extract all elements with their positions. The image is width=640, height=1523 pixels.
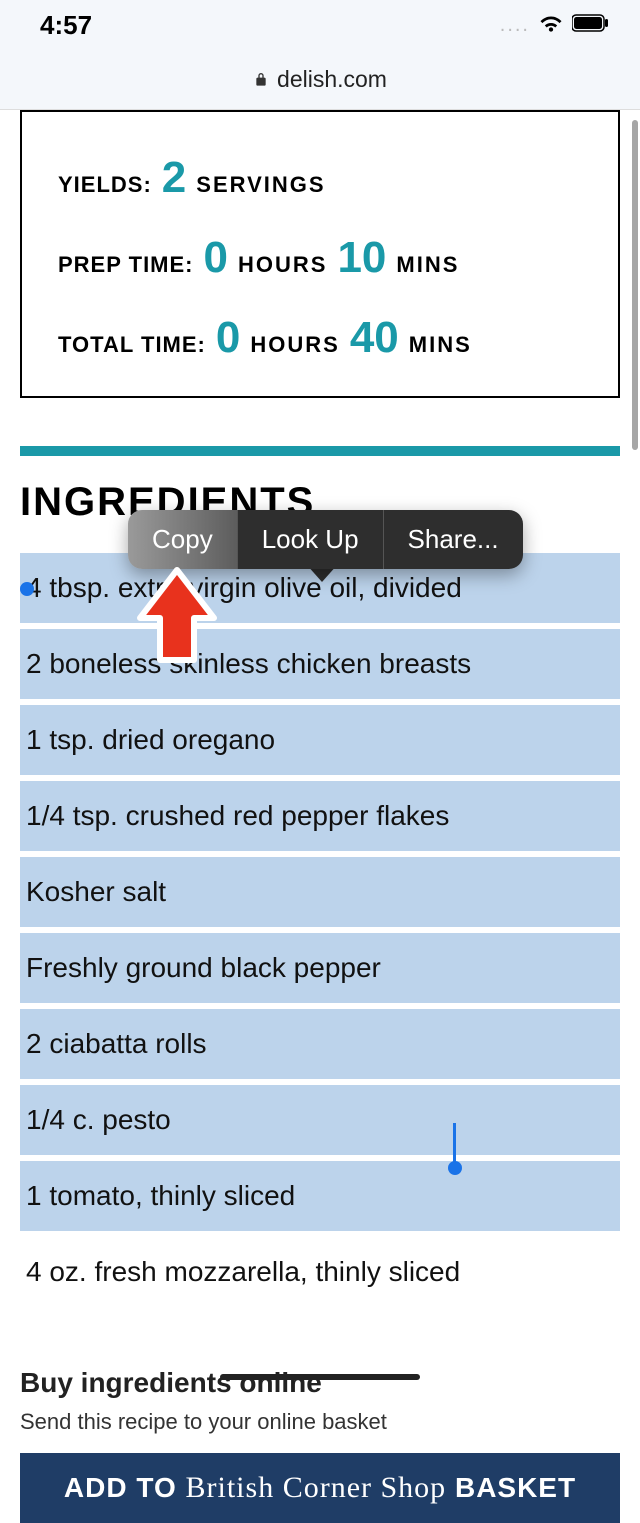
list-item[interactable]: Kosher salt [20,857,620,927]
battery-icon [572,14,610,37]
total-time-row: TOTAL TIME: 0 HOURS 40 MINS [58,316,582,360]
buy-section: Buy ingredients online Send this recipe … [20,1367,620,1523]
total-mins: 40 [350,316,399,360]
list-item[interactable]: 2 ciabatta rolls [20,1009,620,1079]
ingredients-list[interactable]: 4 tbsp. extra-virgin olive oil, divided … [20,553,620,1307]
wifi-icon [538,10,564,41]
selection-start-handle[interactable] [20,582,34,596]
copy-button[interactable]: Copy [128,510,237,569]
buy-subtitle: Send this recipe to your online basket [20,1409,620,1435]
list-item[interactable]: Freshly ground black pepper [20,933,620,1003]
prep-hours: 0 [204,236,228,280]
section-divider [20,446,620,456]
btn-suffix: BASKET [446,1472,576,1503]
list-item[interactable]: 1 tsp. dried oregano [20,705,620,775]
yields-value: 2 [162,156,186,200]
prep-mins: 10 [337,236,386,280]
total-mins-unit: MINS [409,332,472,358]
scrollbar-thumb[interactable] [632,120,638,450]
yields-row: YIELDS: 2 SERVINGS [58,156,582,200]
signal-dots: .... [500,14,530,37]
yields-unit: SERVINGS [196,172,325,198]
list-item[interactable]: 4 oz. fresh mozzarella, thinly sliced [20,1237,620,1307]
total-hours-unit: HOURS [250,332,339,358]
btn-prefix: ADD TO [64,1472,186,1503]
status-time: 4:57 [40,10,92,41]
list-item[interactable]: 1/4 tsp. crushed red pepper flakes [20,781,620,851]
yields-label: YIELDS: [58,172,152,198]
total-label: TOTAL TIME: [58,332,206,358]
status-right: .... [500,10,610,41]
total-hours: 0 [216,316,240,360]
buy-title: Buy ingredients online [20,1367,620,1399]
prep-hours-unit: HOURS [238,252,327,278]
add-to-basket-button[interactable]: ADD TO British Corner Shop BASKET [20,1453,620,1523]
btn-brand: British Corner Shop [186,1471,447,1504]
share-button[interactable]: Share... [383,510,523,569]
home-indicator[interactable] [220,1374,420,1380]
lock-icon [253,66,269,93]
lookup-button[interactable]: Look Up [237,510,383,569]
text-selection-menu: Copy Look Up Share... [128,510,523,569]
prep-time-row: PREP TIME: 0 HOURS 10 MINS [58,236,582,280]
annotation-arrow-icon [132,562,222,677]
url-text: delish.com [277,66,387,93]
selection-end-handle[interactable] [448,1161,462,1175]
list-item[interactable]: 1/4 c. pesto [20,1085,620,1155]
prep-label: PREP TIME: [58,252,194,278]
recipe-meta-box: YIELDS: 2 SERVINGS PREP TIME: 0 HOURS 10… [20,110,620,398]
prep-mins-unit: MINS [396,252,459,278]
url-bar[interactable]: delish.com [0,50,640,110]
list-item[interactable]: 1 tomato, thinly sliced [20,1161,620,1231]
list-item[interactable]: 2 boneless skinless chicken breasts [20,629,620,699]
status-bar: 4:57 .... [0,0,640,50]
